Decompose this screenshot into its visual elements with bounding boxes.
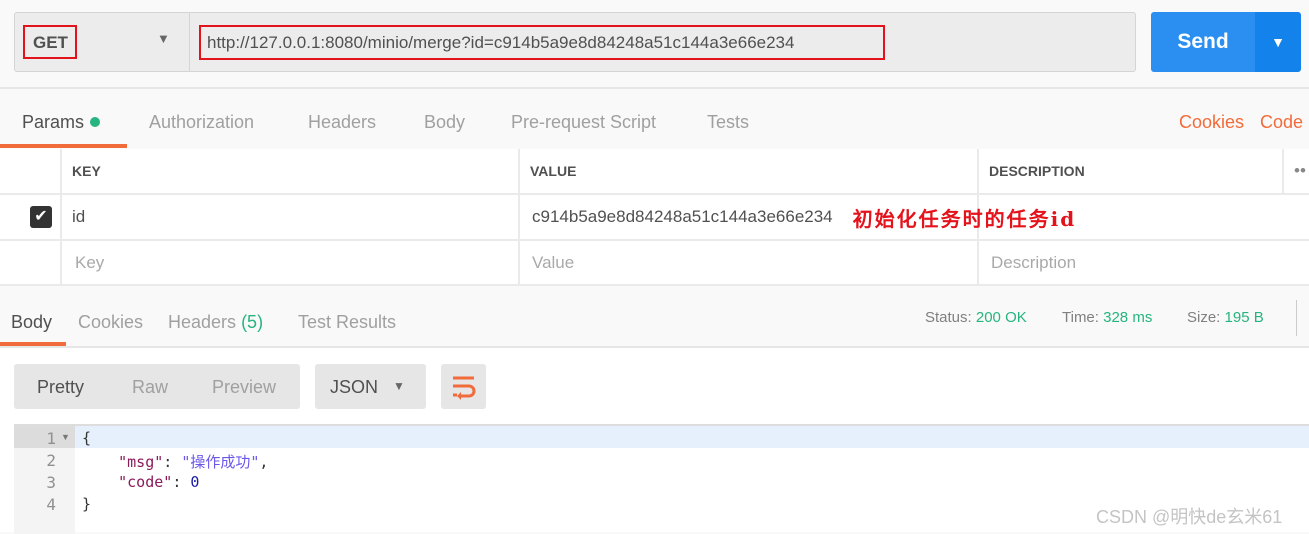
preview-button[interactable]: Preview: [212, 377, 276, 398]
request-bar: GET ▼ http://127.0.0.1:8080/minio/merge?…: [14, 12, 1136, 72]
size-label: Size:: [1187, 309, 1221, 326]
cookies-link[interactable]: Cookies: [1179, 112, 1244, 133]
tab-headers[interactable]: Headers: [308, 112, 376, 133]
active-line-highlight: [14, 426, 1309, 448]
json-number: 0: [190, 473, 200, 491]
empty-checkbox-cell: [0, 241, 62, 286]
response-tab-cookies[interactable]: Cookies: [78, 312, 143, 333]
send-dropdown-button[interactable]: ▼: [1255, 12, 1301, 72]
active-dot-icon: [90, 117, 101, 127]
line-number: 3: [46, 473, 56, 492]
line-number: 4: [46, 495, 56, 514]
param-description[interactable]: [979, 195, 1309, 241]
tab-label: Params: [22, 112, 85, 132]
chevron-down-icon: ▼: [157, 31, 170, 46]
response-tab-headers[interactable]: Headers (5): [168, 312, 263, 333]
code-line: {: [82, 429, 92, 447]
response-tab-body[interactable]: Body: [11, 312, 52, 333]
method-select[interactable]: GET ▼: [15, 13, 190, 71]
tab-body[interactable]: Body: [424, 112, 465, 133]
param-value[interactable]: c914b5a9e8d84248a51c144a3e66e234 初始化任务时的任…: [520, 195, 1074, 241]
more-icon[interactable]: ••: [1284, 149, 1309, 195]
divider: [1296, 300, 1297, 336]
code-link[interactable]: Code: [1260, 112, 1303, 133]
tab-pre-request-script[interactable]: Pre-request Script: [511, 112, 656, 133]
response-tab-test-results[interactable]: Test Results: [298, 312, 396, 333]
json-key: "code": [118, 473, 173, 491]
size-value: 195 B: [1224, 309, 1264, 326]
param-value-text: c914b5a9e8d84248a51c144a3e66e234: [532, 207, 833, 226]
wrap-icon: [453, 376, 476, 400]
watermark: CSDN @明快de玄米61: [1096, 507, 1283, 527]
code-line: }: [82, 495, 92, 513]
raw-button[interactable]: Raw: [132, 377, 168, 398]
fold-icon[interactable]: ▼: [61, 432, 70, 442]
table-row-checkbox[interactable]: ✔: [0, 195, 62, 241]
method-label: GET: [23, 25, 77, 59]
line-number: 2: [46, 451, 56, 470]
code-line: "msg": "操作成功",: [118, 453, 269, 471]
tab-params[interactable]: Params: [22, 112, 101, 133]
status-readout: Status: 200 OK: [925, 309, 1027, 326]
view-mode-group: Pretty Raw Preview: [14, 364, 300, 409]
chevron-down-icon: ▼: [393, 379, 405, 393]
json-string: "操作成功": [181, 453, 260, 471]
pretty-button[interactable]: Pretty: [37, 377, 84, 398]
header-checkbox-cell: [0, 149, 62, 195]
new-value-input[interactable]: Value: [520, 241, 979, 286]
tab-authorization[interactable]: Authorization: [149, 112, 254, 133]
code-line: "code": 0: [118, 473, 200, 491]
headers-count: (5): [241, 312, 264, 332]
wrap-lines-button[interactable]: [441, 364, 486, 409]
line-number: 1: [46, 429, 56, 448]
time-readout: Time: 328 ms: [1062, 309, 1152, 326]
divider: [0, 87, 1309, 89]
tab-label: Headers: [168, 312, 237, 332]
status-value: 200 OK: [975, 309, 1027, 326]
chevron-down-icon: ▼: [1271, 34, 1285, 50]
url-input[interactable]: http://127.0.0.1:8080/minio/merge?id=c91…: [199, 25, 885, 60]
send-button[interactable]: Send: [1151, 12, 1255, 72]
param-key[interactable]: id: [62, 195, 520, 241]
status-label: Status:: [925, 309, 972, 326]
time-label: Time:: [1062, 309, 1099, 326]
checkbox-checked-icon[interactable]: ✔: [30, 206, 52, 228]
json-key: "msg": [118, 453, 164, 471]
header-value: VALUE: [520, 149, 979, 195]
new-description-input[interactable]: Description: [979, 241, 1309, 286]
header-description: DESCRIPTION: [979, 149, 1284, 195]
active-tab-indicator: [0, 144, 127, 148]
new-key-input[interactable]: Key: [62, 241, 520, 286]
header-key: KEY: [62, 149, 520, 195]
size-readout: Size: 195 B: [1187, 309, 1264, 326]
params-table: KEY VALUE DESCRIPTION •• ✔ id c914b5a9e8…: [0, 149, 1309, 286]
format-select[interactable]: JSON ▼: [315, 364, 426, 409]
format-label: JSON: [330, 377, 379, 397]
divider: [0, 346, 1309, 348]
time-value: 328 ms: [1103, 309, 1153, 326]
tab-tests[interactable]: Tests: [707, 112, 749, 133]
